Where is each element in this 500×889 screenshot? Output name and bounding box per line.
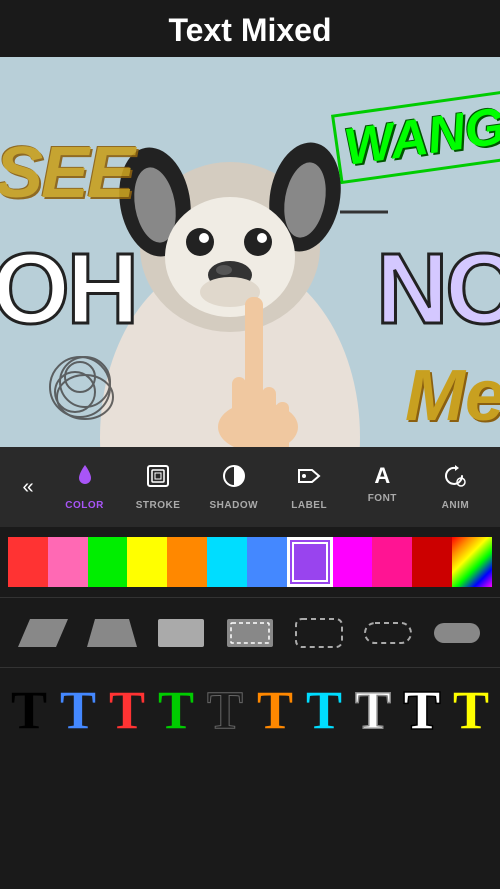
tool-anim[interactable]: ANIM — [425, 457, 485, 517]
tool-stroke-label: STROKE — [136, 500, 181, 511]
color-swatch-red[interactable] — [8, 537, 48, 587]
svg-text:T: T — [109, 680, 145, 735]
text-style-red[interactable]: T — [102, 673, 151, 743]
svg-text:T: T — [207, 680, 243, 735]
text-style-outline-white[interactable]: T — [348, 673, 397, 743]
toolbar: « COLOR STROKE — [0, 447, 500, 527]
tool-color-label: COLOR — [65, 500, 104, 511]
stroke-icon — [145, 463, 171, 496]
color-swatch-darkred[interactable] — [412, 537, 452, 587]
color-swatch-blue[interactable] — [247, 537, 287, 587]
svg-text:T: T — [306, 680, 342, 735]
tool-shadow[interactable]: SHADOW — [201, 457, 266, 517]
svg-text:T: T — [404, 680, 440, 735]
text-style-black[interactable]: T — [4, 673, 53, 743]
text-style-green[interactable]: T — [152, 673, 201, 743]
shape-rounded-dotted[interactable] — [289, 608, 350, 658]
color-swatch-yellow[interactable] — [127, 537, 167, 587]
shape-pill-solid[interactable] — [427, 608, 488, 658]
color-swatch-hotpink[interactable] — [372, 537, 412, 587]
svg-text:T: T — [11, 680, 47, 735]
color-swatch-purple[interactable] — [287, 537, 333, 587]
tool-label[interactable]: LABEL — [279, 457, 339, 517]
tool-color[interactable]: COLOR — [55, 457, 115, 517]
tool-anim-label: ANIM — [442, 500, 470, 511]
tool-shadow-label: SHADOW — [209, 500, 258, 511]
color-palette — [0, 527, 500, 597]
tool-font[interactable]: A FONT — [352, 457, 412, 517]
text-style-outline-black[interactable]: T — [398, 673, 447, 743]
color-swatch-orange[interactable] — [167, 537, 207, 587]
shape-trapezoid[interactable] — [81, 608, 142, 658]
color-swatch-magenta[interactable] — [333, 537, 373, 587]
shape-row — [0, 597, 500, 667]
color-swatch-green[interactable] — [88, 537, 128, 587]
text-style-dark[interactable]: T — [201, 673, 250, 743]
tool-font-label: FONT — [368, 493, 397, 504]
anim-icon — [442, 463, 468, 496]
shape-parallelogram-left[interactable] — [12, 608, 73, 658]
label-icon — [296, 463, 322, 496]
color-swatch-pink[interactable] — [48, 537, 88, 587]
header: Text Mixed — [0, 0, 500, 57]
color-icon — [72, 463, 98, 496]
shape-rectangle[interactable] — [150, 608, 211, 658]
color-swatch-multi[interactable] — [452, 537, 492, 587]
svg-text:T: T — [355, 680, 391, 735]
color-swatch-cyan[interactable] — [207, 537, 247, 587]
shape-dotted-rect[interactable] — [219, 608, 280, 658]
text-no: NO — [376, 232, 500, 347]
canvas-area: SEE WANG OH NO Me — [0, 57, 500, 447]
tool-items: COLOR STROKE SHADOW — [48, 457, 492, 517]
svg-text:T: T — [257, 680, 293, 735]
font-icon: A — [374, 463, 390, 489]
back-button[interactable]: « — [8, 467, 48, 507]
text-style-cyan[interactable]: T — [299, 673, 348, 743]
tool-stroke[interactable]: STROKE — [128, 457, 189, 517]
page-title: Text Mixed — [0, 12, 500, 49]
shape-pill-outline[interactable] — [358, 608, 419, 658]
text-style-blue[interactable]: T — [53, 673, 102, 743]
text-see: SEE — [0, 132, 133, 214]
text-style-orange[interactable]: T — [250, 673, 299, 743]
shadow-icon — [221, 463, 247, 496]
text-me: Me — [405, 355, 500, 437]
text-oh: OH — [0, 232, 136, 347]
svg-text:T: T — [60, 680, 96, 735]
svg-text:T: T — [158, 680, 194, 735]
svg-text:T: T — [453, 680, 489, 735]
tool-label-label: LABEL — [291, 500, 327, 511]
text-style-yellow[interactable]: T — [447, 673, 496, 743]
text-style-row: T T T T T T T T — [0, 667, 500, 747]
